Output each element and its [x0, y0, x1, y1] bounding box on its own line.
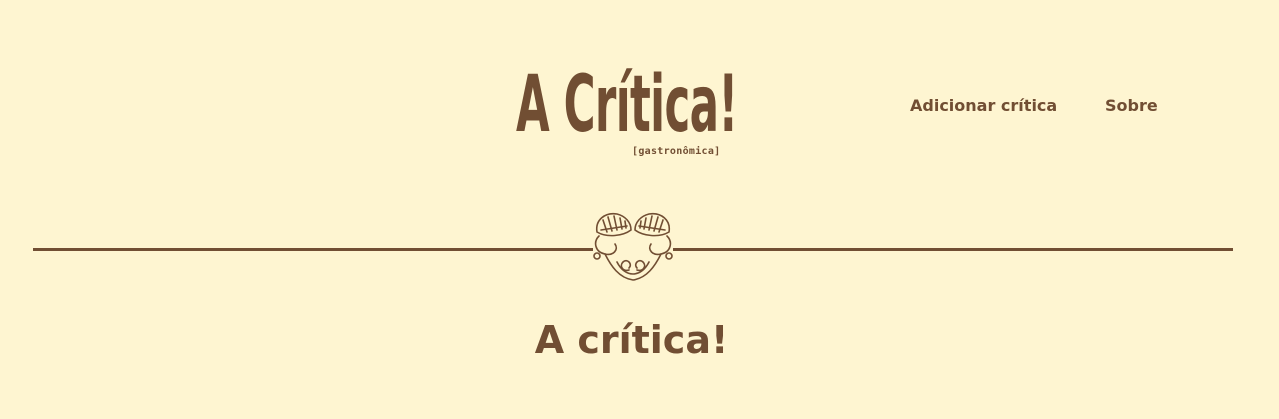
divider-line-left [33, 248, 593, 251]
nav-about-link[interactable]: Sobre [1105, 96, 1158, 115]
logo-subtitle: [gastronômica] [632, 146, 721, 157]
nav-add-review-link[interactable]: Adicionar crítica [910, 96, 1057, 115]
divider-line-right [673, 248, 1233, 251]
leaf-ornament-icon [593, 212, 673, 281]
section-divider [33, 210, 1233, 286]
main-nav: Adicionar crítica Sobre [0, 96, 1279, 120]
page-title: A crítica! [534, 318, 729, 362]
page: A Crítica! [gastronômica] Adicionar crít… [0, 0, 1279, 419]
